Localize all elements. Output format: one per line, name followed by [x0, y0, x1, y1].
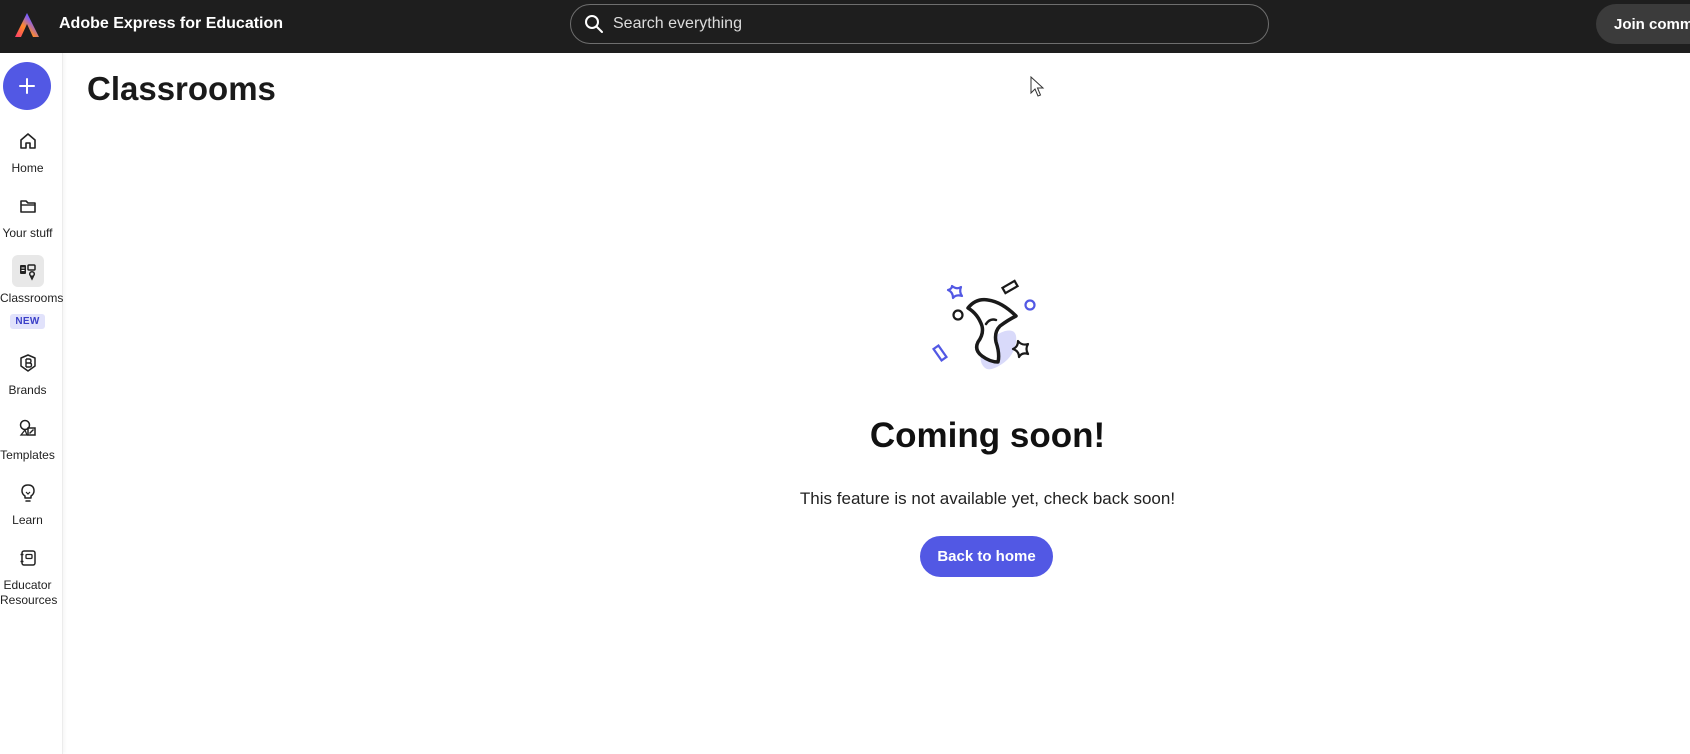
- search-input[interactable]: [613, 15, 1213, 33]
- brand-icon: [19, 354, 36, 372]
- sidebar-item-learn[interactable]: Learn: [0, 477, 55, 528]
- create-button[interactable]: [3, 62, 51, 110]
- sidebar-item-classrooms[interactable]: Classrooms NEW: [0, 255, 64, 329]
- back-to-home-button[interactable]: Back to home: [920, 536, 1053, 577]
- sidebar-item-home[interactable]: Home: [0, 125, 55, 176]
- new-badge: NEW: [10, 314, 45, 329]
- search-icon: [585, 15, 603, 33]
- sidebar-item-templates[interactable]: Templates: [0, 412, 55, 463]
- sidebar-item-label: Home: [11, 161, 44, 175]
- search-bar[interactable]: [570, 4, 1269, 44]
- sidebar-item-label: Brands: [8, 383, 47, 397]
- sidebar-item-educator-resources[interactable]: Educator Resources: [0, 542, 58, 608]
- templates-icon: [19, 419, 36, 436]
- empty-state-title: Coming soon!: [869, 416, 1106, 455]
- lightbulb-icon: [20, 484, 35, 502]
- join-community-button[interactable]: Join comm: [1596, 4, 1690, 44]
- sidebar-item-your-stuff[interactable]: Your stuff: [0, 190, 55, 241]
- plus-icon: [19, 78, 35, 94]
- sidebar-item-label: Resources: [0, 593, 58, 607]
- sidebar-item-label: Your stuff: [2, 226, 53, 240]
- classroom-icon: [19, 264, 36, 281]
- active-indicator: [11, 255, 44, 287]
- app-title[interactable]: Adobe Express for Education: [59, 0, 283, 48]
- folder-icon: [19, 200, 36, 213]
- left-sidebar: Home Your stuff Classrooms NEW Brands Te…: [0, 53, 63, 754]
- mouse-cursor-icon: [1030, 76, 1045, 97]
- home-icon: [19, 133, 36, 149]
- educator-icon: [20, 550, 36, 566]
- sidebar-item-label: Educator: [3, 578, 52, 592]
- sidebar-item-brands[interactable]: Brands: [0, 347, 55, 398]
- sidebar-item-label: Classrooms: [0, 291, 64, 305]
- adobe-express-logo-icon[interactable]: [14, 12, 40, 38]
- hourglass-stars-illustration: [931, 279, 1036, 370]
- sidebar-item-label: Templates: [0, 448, 55, 462]
- top-bar: Adobe Express for Education Join comm: [0, 0, 1690, 53]
- page-title: Classrooms: [87, 70, 276, 107]
- sidebar-item-label: Learn: [12, 513, 43, 527]
- empty-state-description: This feature is not available yet, check…: [799, 489, 1176, 508]
